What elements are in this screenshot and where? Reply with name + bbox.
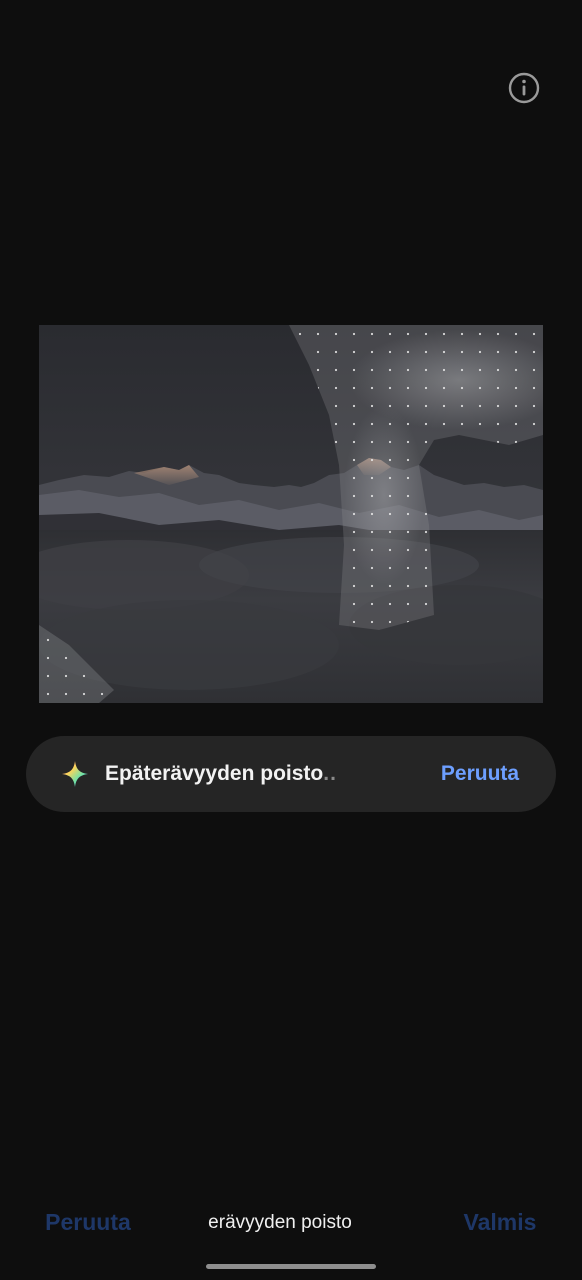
- progress-label: Epäterävyyden poisto..: [105, 760, 337, 788]
- sparkle-icon: [62, 761, 88, 787]
- info-button[interactable]: [507, 71, 541, 105]
- progress-ellipsis: ..: [323, 762, 337, 785]
- done-button[interactable]: Valmis: [448, 1204, 552, 1240]
- screen: Epäterävyyden poisto.. Peruuta Peruuta e…: [0, 0, 582, 1280]
- progress-label-text: Epäterävyyden poisto: [105, 762, 324, 785]
- home-indicator[interactable]: [206, 1264, 376, 1269]
- mode-label: erävyyden poisto: [208, 1212, 352, 1233]
- cancel-button[interactable]: Peruuta: [30, 1204, 146, 1240]
- cancel-processing-button[interactable]: Peruuta: [432, 758, 528, 790]
- mountain-landscape-image: [39, 325, 543, 703]
- info-circle-icon: [508, 72, 540, 104]
